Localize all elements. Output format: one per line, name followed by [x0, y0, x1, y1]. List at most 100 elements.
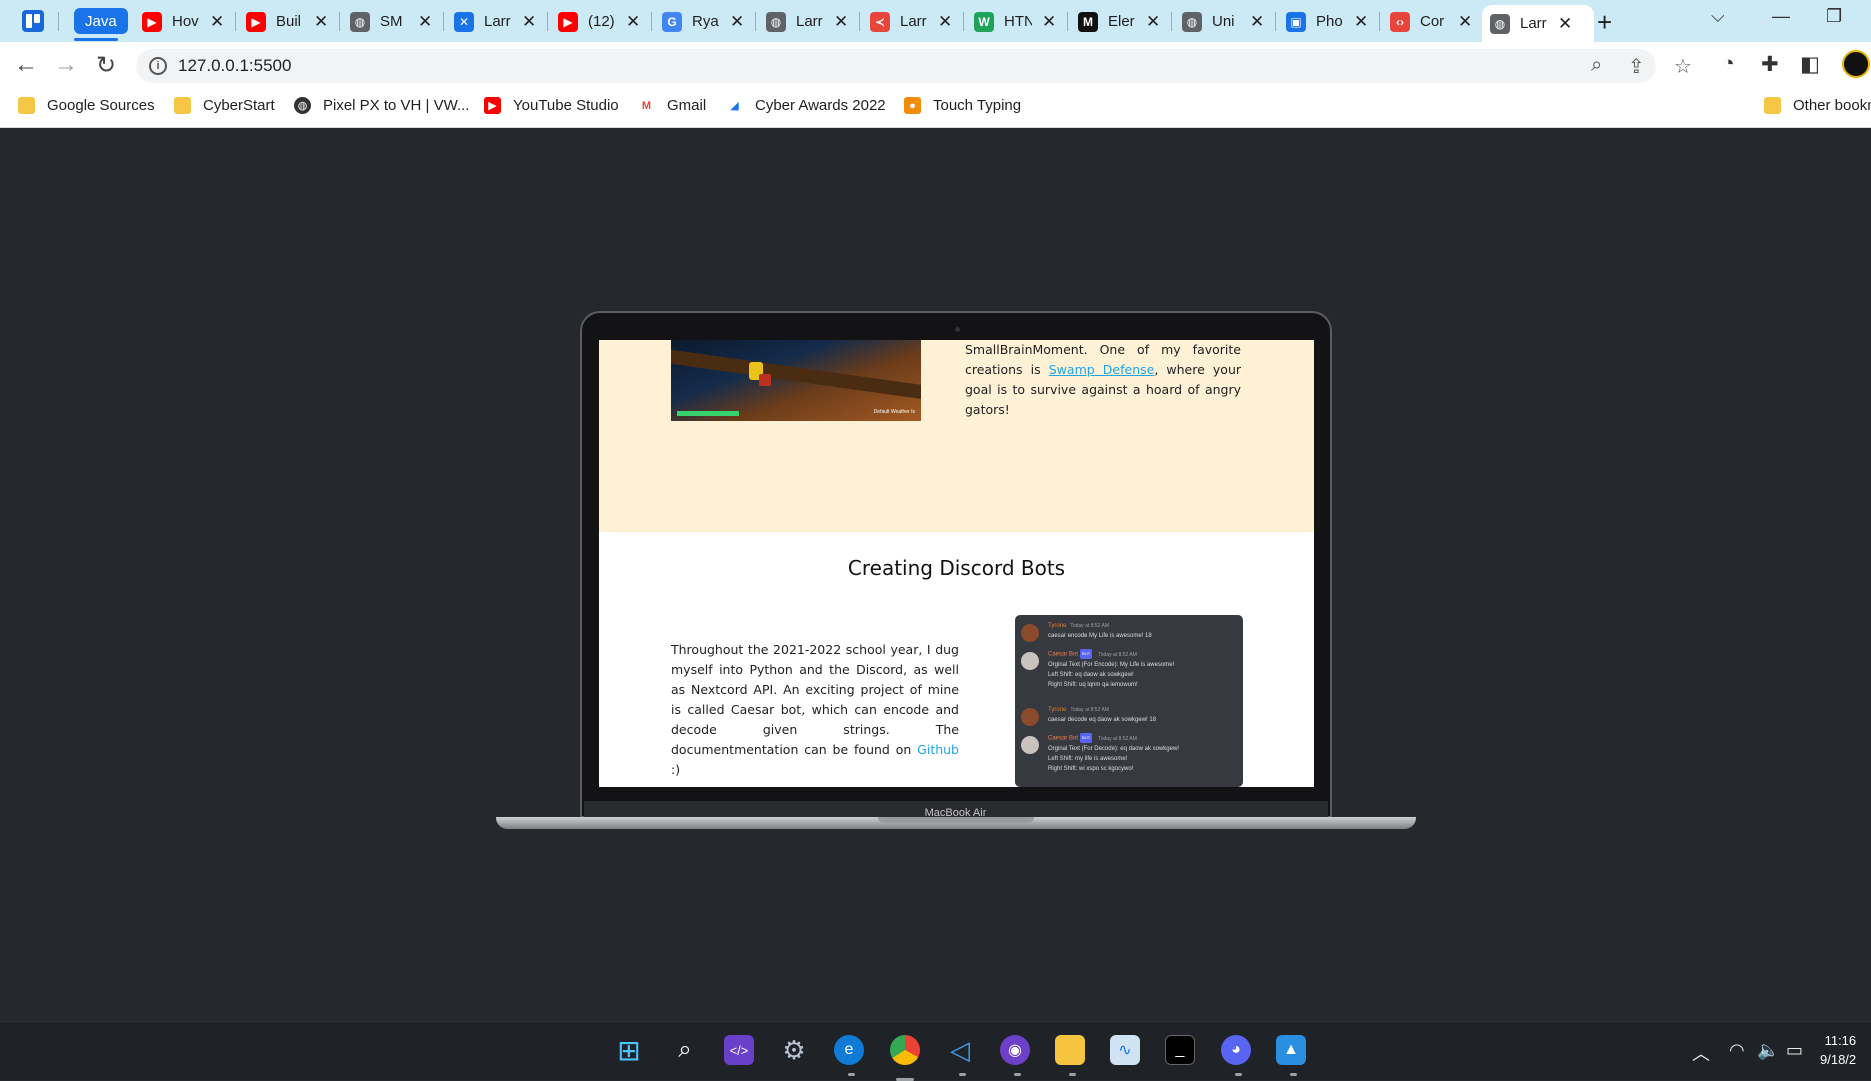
discord-message-body: Tyrone Today at 8:52 AM caesar decode eq d… [1048, 705, 1238, 725]
terminal-icon[interactable]: _ [1165, 1035, 1195, 1065]
discord-line: Orginal Text (For Decode): eq daow ak so… [1048, 745, 1179, 752]
youtube-icon: ▶ [142, 11, 162, 32]
tray-overflow-chevron-icon[interactable]: ︿ [1692, 1040, 1710, 1066]
browser-tab[interactable]: ✕ Larr ✕ [446, 5, 544, 38]
tab-search-chevron-icon[interactable]: ⌵ [1711, 6, 1725, 27]
back-arrow-icon[interactable]: ← [14, 51, 38, 79]
close-tab-icon[interactable]: ✕ [1146, 12, 1160, 32]
bookmark-item[interactable]: ▶ YouTube Studio [484, 97, 619, 114]
bookmark-item[interactable]: ◢ Cyber Awards 2022 [726, 97, 886, 114]
browser-tab[interactable]: ‹› Cor ✕ [1382, 5, 1480, 38]
close-tab-icon[interactable]: ✕ [626, 12, 640, 32]
trello-pinned-tab-icon[interactable] [22, 10, 44, 32]
tab-separator [1379, 12, 1380, 31]
photos-icon[interactable]: ▲ [1276, 1035, 1306, 1065]
browser-tab[interactable]: ▶ Buil ✕ [238, 5, 336, 38]
bookmark-item[interactable]: Google Sources [18, 97, 155, 114]
other-bookmarks[interactable]: Other bookma [1764, 97, 1871, 114]
share-icon[interactable]: ⇪ [1628, 54, 1645, 79]
github-link[interactable]: Github [917, 742, 959, 757]
profile-avatar[interactable] [1842, 50, 1870, 78]
new-tab-button[interactable]: + [1597, 7, 1612, 38]
close-tab-icon[interactable]: ✕ [1458, 12, 1472, 32]
search-icon[interactable]: ⌕ [670, 1035, 700, 1065]
bookmark-item[interactable]: M Gmail [638, 97, 706, 114]
swamp-defense-link[interactable]: Swamp Defense [1049, 362, 1155, 377]
close-tab-icon[interactable]: ✕ [418, 12, 432, 32]
restore-window-icon[interactable]: ❐ [1826, 6, 1842, 27]
start-button-icon[interactable]: ⊞ [614, 1035, 644, 1066]
wifi-icon[interactable]: ◠ [1729, 1040, 1745, 1061]
close-tab-icon[interactable]: ✕ [834, 12, 848, 32]
zoom-icon[interactable]: ⌕ [1591, 54, 1602, 77]
browser-tab[interactable]: ◍ Larr ✕ [758, 5, 856, 38]
browser-tab[interactable]: M Eler ✕ [1070, 5, 1168, 38]
bookmark-label: Touch Typing [933, 97, 1022, 114]
discord-timestamp: Today at 8:52 AM [1098, 651, 1137, 658]
tab-title: Rya [692, 13, 719, 30]
award-icon: ◢ [726, 97, 743, 114]
close-tab-icon[interactable]: ✕ [314, 12, 328, 32]
battery-icon[interactable]: ▭ [1786, 1040, 1803, 1061]
bookmark-star-icon[interactable]: ☆ [1674, 54, 1692, 79]
discord-line: caesar encode My Life is awesome! 18 [1048, 633, 1152, 639]
browser-tab[interactable]: W HTN ✕ [966, 5, 1064, 38]
tab-group-java[interactable]: Java [74, 8, 128, 34]
file-explorer-icon[interactable] [1055, 1035, 1085, 1065]
browser-tab[interactable]: ▶ Hov ✕ [134, 5, 232, 38]
browser-tab[interactable]: ▶ (12) ✕ [550, 5, 648, 38]
close-tab-icon[interactable]: ✕ [938, 12, 952, 32]
bookmark-item[interactable]: CyberStart [174, 97, 275, 114]
close-tab-icon[interactable]: ✕ [1042, 12, 1056, 32]
resource-monitor-icon[interactable]: ∿ [1110, 1035, 1140, 1065]
discord-icon[interactable]: ◕ [1221, 1035, 1251, 1065]
side-panel-icon[interactable]: ◧ [1800, 52, 1820, 77]
browser-tab[interactable]: G Rya ✕ [654, 5, 752, 38]
taskbar-clock[interactable]: 11:16 9/18/2 [1820, 1031, 1856, 1069]
close-tab-icon[interactable]: ✕ [522, 12, 536, 32]
performance-icon[interactable]: ◔ [1722, 52, 1735, 76]
other-bookmarks-label: Other bookma [1793, 97, 1871, 114]
close-tab-icon[interactable]: ✕ [730, 12, 744, 32]
browser-tab[interactable]: ◍ Uni ✕ [1174, 5, 1272, 38]
discord-avatar [1021, 736, 1039, 754]
close-tab-icon[interactable]: ✕ [1558, 14, 1572, 34]
address-bar[interactable]: i 127.0.0.1:5500 ⌕ ⇪ ☆ [136, 49, 1692, 83]
browser-tab[interactable]: ▣ Pho ✕ [1278, 5, 1376, 38]
bookmark-item[interactable]: ● Touch Typing [904, 97, 1021, 114]
site-info-icon[interactable]: i [149, 57, 167, 75]
dev-home-icon[interactable]: </> [724, 1035, 754, 1065]
body-text: Throughout the 2021-2022 school year, I … [671, 642, 959, 757]
address-url[interactable]: 127.0.0.1:5500 [178, 56, 291, 76]
close-tab-icon[interactable]: ✕ [210, 12, 224, 32]
github-desktop-icon[interactable]: ◉ [1000, 1035, 1030, 1065]
running-indicator [959, 1073, 966, 1076]
extensions-icon[interactable]: ✚ [1761, 52, 1779, 77]
volume-icon[interactable]: 🔈 [1757, 1040, 1779, 1061]
tab-title: Cor [1420, 13, 1445, 30]
youtube-icon: ▶ [484, 97, 501, 114]
minimize-icon[interactable]: — [1772, 6, 1790, 27]
running-indicator [1069, 1073, 1076, 1076]
bookmark-item[interactable]: ◍ Pixel PX to VH | VW... [294, 97, 469, 114]
discord-message-body: Caesar Bot BOT Today at 8:52 AM Orginal Tex… [1048, 649, 1238, 690]
bookmark-label: Google Sources [47, 97, 155, 114]
close-tab-icon[interactable]: ✕ [1354, 12, 1368, 32]
game-health-bar [677, 411, 739, 416]
browser-tab[interactable]: ◍ Larr ✕ [1482, 5, 1594, 42]
settings-gear-icon[interactable]: ⚙ [779, 1035, 809, 1065]
browser-tab[interactable]: ◍ SM ✕ [342, 5, 440, 38]
bookmark-label: CyberStart [203, 97, 275, 114]
forward-arrow-icon[interactable]: → [54, 51, 78, 79]
edge-browser-icon[interactable]: e [834, 1035, 864, 1065]
close-tab-icon[interactable]: ✕ [1250, 12, 1264, 32]
browser-tab[interactable]: ≺ Larr ✕ [862, 5, 960, 38]
discord-line: Left Shift: my life is awesome! [1048, 755, 1128, 762]
vscode-icon[interactable]: ◁ [945, 1035, 975, 1065]
tab-separator [443, 12, 444, 31]
reload-icon[interactable]: ↻ [96, 51, 116, 80]
globe-icon: ◍ [766, 11, 786, 32]
chrome-browser-icon[interactable] [890, 1035, 920, 1065]
discord-author: Caesar Bot [1048, 735, 1079, 742]
laptop-camera [955, 327, 960, 332]
